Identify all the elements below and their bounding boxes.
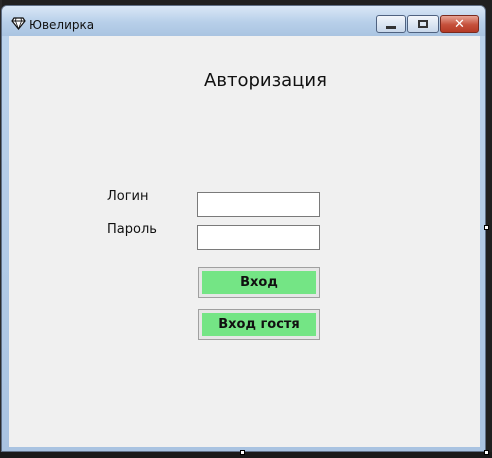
client-area: Авторизация Логин Пароль Вход Вход гостя: [9, 36, 480, 447]
resize-handle-right[interactable]: [484, 225, 489, 230]
close-icon: ✕: [454, 16, 465, 32]
resize-handle-corner[interactable]: [484, 450, 489, 455]
resize-handle-bottom[interactable]: [240, 450, 245, 455]
password-field[interactable]: [197, 225, 320, 250]
maximize-icon: [418, 20, 428, 28]
screen: Ювелирка ✕ Авторизация Логин Пароль Вход…: [0, 0, 492, 458]
minimize-icon: [386, 26, 396, 29]
login-label: Логин: [107, 189, 149, 204]
page-title: Авторизация: [204, 70, 327, 91]
login-button-label: Вход: [202, 271, 316, 294]
title-bar[interactable]: Ювелирка ✕: [2, 6, 485, 36]
minimize-button[interactable]: [376, 15, 406, 33]
window-title: Ювелирка: [29, 18, 95, 32]
password-label: Пароль: [107, 222, 157, 237]
close-button[interactable]: ✕: [440, 15, 479, 33]
diamond-icon: [11, 17, 26, 30]
maximize-button[interactable]: [407, 15, 439, 33]
guest-login-button-label: Вход гостя: [202, 313, 316, 336]
login-field[interactable]: [197, 192, 320, 217]
bottom-edge: [0, 452, 492, 458]
guest-login-button[interactable]: Вход гостя: [198, 309, 320, 340]
login-button[interactable]: Вход: [198, 267, 320, 298]
app-window: Ювелирка ✕ Авторизация Логин Пароль Вход…: [1, 5, 486, 452]
